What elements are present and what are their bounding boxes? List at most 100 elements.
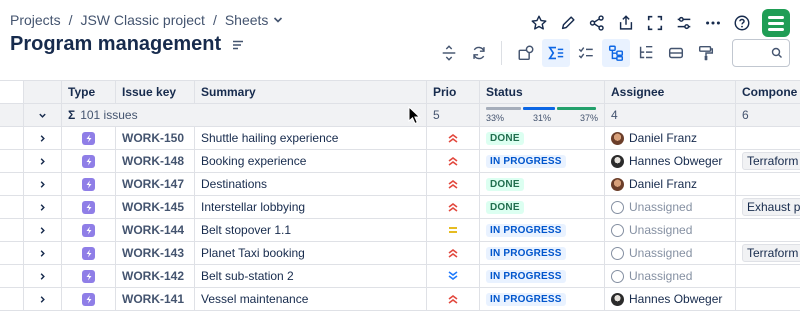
search-input[interactable] bbox=[732, 39, 790, 67]
table-row[interactable]: WORK-145 Interstellar lobbying DONE Unassig… bbox=[0, 196, 800, 219]
summary-cell[interactable]: Vessel maintenance bbox=[195, 288, 427, 310]
fullscreen-button[interactable] bbox=[640, 10, 669, 36]
table-row[interactable]: WORK-150 Shuttle hailing experience DONE Da… bbox=[0, 127, 800, 150]
priority-cell[interactable] bbox=[427, 288, 480, 310]
issue-key-link[interactable]: WORK-141 bbox=[122, 292, 184, 306]
settings-button[interactable] bbox=[669, 10, 698, 36]
column-header-assignee[interactable]: Assignee bbox=[605, 81, 736, 103]
summary-component-count: 6 bbox=[742, 108, 749, 122]
component-cell[interactable]: Terraform bbox=[736, 242, 800, 264]
column-header-type[interactable]: Type bbox=[62, 81, 116, 103]
component-cell[interactable] bbox=[736, 265, 800, 287]
priority-cell[interactable] bbox=[427, 265, 480, 287]
expand-row-button[interactable] bbox=[24, 242, 62, 264]
table-row[interactable]: WORK-141 Vessel maintenance IN PROGRESS Han… bbox=[0, 288, 800, 311]
status-cell[interactable]: IN PROGRESS bbox=[480, 288, 605, 310]
row-gutter bbox=[0, 219, 24, 241]
breadcrumb-projects[interactable]: Projects bbox=[10, 12, 61, 28]
issue-key-link[interactable]: WORK-148 bbox=[122, 154, 184, 168]
column-header-summary[interactable]: Summary bbox=[195, 81, 427, 103]
assignee-cell[interactable]: Unassigned bbox=[605, 265, 736, 287]
assignee-cell[interactable]: Daniel Franz bbox=[605, 127, 736, 149]
status-cell[interactable]: IN PROGRESS bbox=[480, 219, 605, 241]
issue-key-link[interactable]: WORK-150 bbox=[122, 131, 184, 145]
help-button[interactable] bbox=[727, 10, 756, 36]
status-cell[interactable]: DONE bbox=[480, 196, 605, 218]
component-cell[interactable] bbox=[736, 127, 800, 149]
edit-button[interactable] bbox=[553, 10, 582, 36]
issue-key-link[interactable]: WORK-145 bbox=[122, 200, 184, 214]
star-button[interactable] bbox=[524, 10, 553, 36]
status-cell[interactable]: IN PROGRESS bbox=[480, 150, 605, 172]
type-cell bbox=[62, 265, 116, 287]
table-row[interactable]: WORK-147 Destinations DONE Daniel Franz bbox=[0, 173, 800, 196]
column-header-component[interactable]: Compone bbox=[736, 81, 800, 103]
table-row[interactable]: WORK-142 Belt sub-station 2 IN PROGRESS Una… bbox=[0, 265, 800, 288]
assignee-cell[interactable]: Unassigned bbox=[605, 196, 736, 218]
sum-button[interactable] bbox=[542, 39, 570, 67]
title-menu-icon[interactable] bbox=[231, 38, 245, 52]
table-row[interactable]: WORK-143 Planet Taxi booking IN PROGRESS Un… bbox=[0, 242, 800, 265]
column-header-issue-key[interactable]: Issue key bbox=[116, 81, 195, 103]
table-row[interactable]: WORK-144 Belt stopover 1.1 IN PROGRESS Unas… bbox=[0, 219, 800, 242]
paint-format-button[interactable] bbox=[692, 39, 720, 67]
priority-cell[interactable] bbox=[427, 196, 480, 218]
status-cell[interactable]: IN PROGRESS bbox=[480, 242, 605, 264]
summary-cell[interactable]: Shuttle hailing experience bbox=[195, 127, 427, 149]
issue-key-link[interactable]: WORK-143 bbox=[122, 246, 184, 260]
row-height-button[interactable] bbox=[435, 39, 463, 67]
refresh-button[interactable] bbox=[465, 39, 493, 67]
tree-button[interactable] bbox=[632, 39, 660, 67]
assignee-cell[interactable]: Hannes Obweger bbox=[605, 288, 736, 310]
breadcrumb-sheets[interactable]: Sheets bbox=[225, 12, 269, 28]
structure-button[interactable] bbox=[512, 39, 540, 67]
assignee-cell[interactable]: Daniel Franz bbox=[605, 173, 736, 195]
expand-row-button[interactable] bbox=[24, 150, 62, 172]
component-cell[interactable] bbox=[736, 173, 800, 195]
column-header-prio[interactable]: Prio bbox=[427, 81, 480, 103]
card-view-button[interactable] bbox=[662, 39, 690, 67]
issue-key-link[interactable]: WORK-142 bbox=[122, 269, 184, 283]
status-cell[interactable]: DONE bbox=[480, 173, 605, 195]
component-cell[interactable]: Terraform bbox=[736, 150, 800, 172]
more-button[interactable] bbox=[698, 10, 727, 36]
expand-row-button[interactable] bbox=[24, 265, 62, 287]
summary-cell[interactable]: Booking experience bbox=[195, 150, 427, 172]
column-header-status[interactable]: Status bbox=[480, 81, 605, 103]
expand-row-button[interactable] bbox=[24, 127, 62, 149]
checklist-button[interactable] bbox=[572, 39, 600, 67]
priority-cell[interactable] bbox=[427, 150, 480, 172]
hierarchy-button[interactable] bbox=[602, 39, 630, 67]
export-button[interactable] bbox=[611, 10, 640, 36]
expand-row-button[interactable] bbox=[24, 196, 62, 218]
chevron-right-icon bbox=[40, 134, 45, 142]
assignee-cell[interactable]: Hannes Obweger bbox=[605, 150, 736, 172]
summary-cell[interactable]: Interstellar lobbying bbox=[195, 196, 427, 218]
component-cell[interactable] bbox=[736, 288, 800, 310]
issue-key-link[interactable]: WORK-147 bbox=[122, 177, 184, 191]
priority-cell[interactable] bbox=[427, 173, 480, 195]
summary-cell[interactable]: Planet Taxi booking bbox=[195, 242, 427, 264]
component-cell[interactable]: Exhaust p bbox=[736, 196, 800, 218]
status-cell[interactable]: DONE bbox=[480, 127, 605, 149]
expand-row-button[interactable] bbox=[24, 173, 62, 195]
chevron-down-icon[interactable] bbox=[273, 15, 283, 25]
summary-cell[interactable]: Destinations bbox=[195, 173, 427, 195]
priority-cell[interactable] bbox=[427, 219, 480, 241]
component-cell[interactable] bbox=[736, 219, 800, 241]
summary-cell[interactable]: Belt stopover 1.1 bbox=[195, 219, 427, 241]
breadcrumb-project[interactable]: JSW Classic project bbox=[80, 12, 204, 28]
expand-row-button[interactable] bbox=[24, 288, 62, 310]
issue-key-link[interactable]: WORK-144 bbox=[122, 223, 184, 237]
priority-cell[interactable] bbox=[427, 242, 480, 264]
expand-row-button[interactable] bbox=[24, 219, 62, 241]
share-button[interactable] bbox=[582, 10, 611, 36]
assignee-cell[interactable]: Unassigned bbox=[605, 219, 736, 241]
table-row[interactable]: WORK-148 Booking experience IN PROGRESS Han… bbox=[0, 150, 800, 173]
app-logo[interactable] bbox=[762, 9, 790, 37]
collapse-all-button[interactable] bbox=[24, 104, 62, 126]
priority-cell[interactable] bbox=[427, 127, 480, 149]
status-cell[interactable]: IN PROGRESS bbox=[480, 265, 605, 287]
assignee-cell[interactable]: Unassigned bbox=[605, 242, 736, 264]
summary-cell[interactable]: Belt sub-station 2 bbox=[195, 265, 427, 287]
